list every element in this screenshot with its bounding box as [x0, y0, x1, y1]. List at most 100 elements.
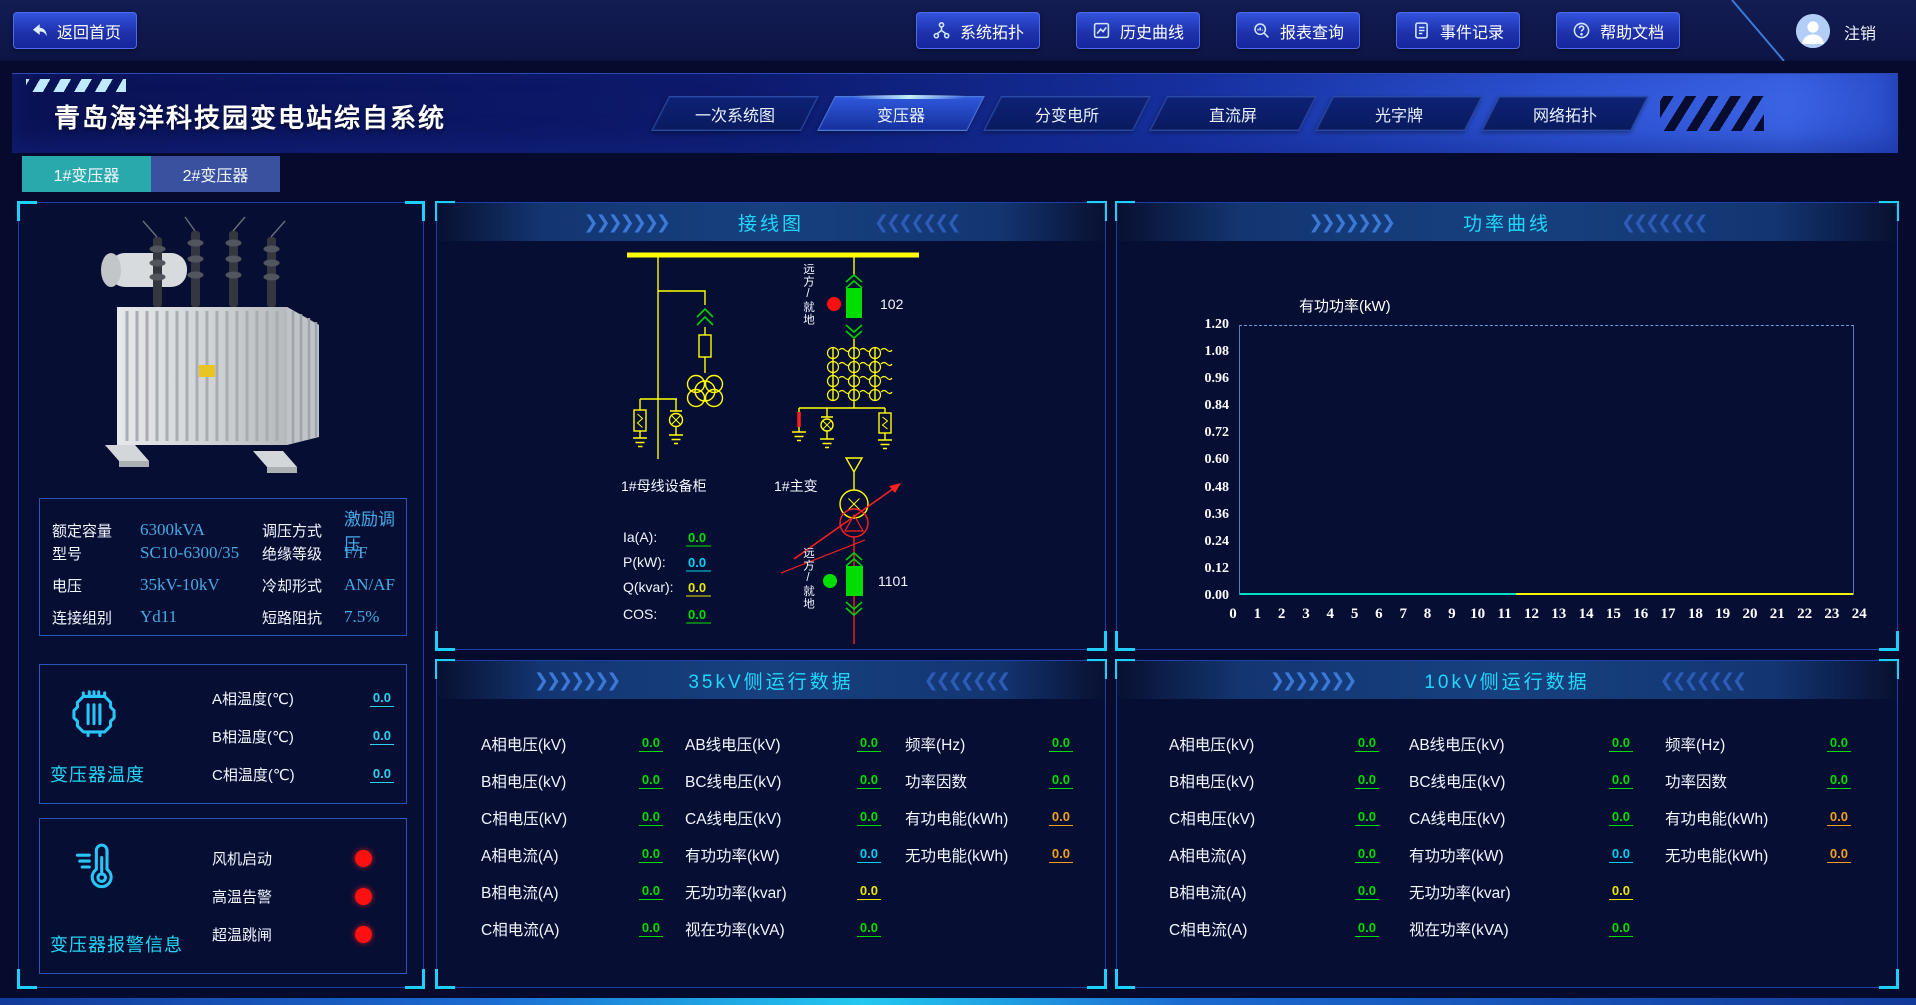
data-value[interactable]: 0.0 [639, 772, 663, 789]
measurement-value[interactable]: 0.0 [688, 555, 706, 570]
spec-value: Yd11 [140, 607, 262, 627]
x-tick-label: 13 [1551, 606, 1566, 623]
data-value[interactable]: 0.0 [1827, 846, 1851, 863]
data-value[interactable]: 0.0 [1049, 846, 1073, 863]
data-value[interactable]: 0.0 [1827, 772, 1851, 789]
data-value[interactable]: 0.0 [1355, 772, 1379, 789]
data-value[interactable]: 0.0 [857, 809, 881, 826]
banner-tab-label: 一次系统图 [661, 97, 809, 130]
data-label: CA线电压(kV) [1409, 807, 1609, 829]
banner-tab[interactable]: 变压器 [817, 96, 985, 131]
data-value[interactable]: 0.0 [1609, 920, 1633, 937]
data-value[interactable]: 0.0 [857, 883, 881, 900]
data-row: 功率因数 0.0 [905, 762, 1073, 799]
alarm-row: 超温跳闸 [212, 915, 394, 953]
user-avatar[interactable] [1796, 14, 1830, 48]
measurement-value[interactable]: 0.0 [688, 607, 706, 622]
temperature-row: C相温度(℃) 0.0 [212, 755, 394, 793]
temperature-value[interactable]: 0.0 [370, 728, 394, 745]
data-value[interactable]: 0.0 [1609, 772, 1633, 789]
data-panel-35kv-title: 35kV侧运行数据 [688, 667, 853, 694]
chevrons-left-icon: ❮❮❮❮❮❮❮ [1621, 212, 1706, 233]
transformer-subtab[interactable]: 2#变压器 [151, 156, 280, 192]
transformer-subtabs: 1#变压器 2#变压器 [22, 156, 280, 192]
data-column: AB线电压(kV) 0.0 BC线电压(kV) 0.0 CA线电压(kV) 0.… [685, 725, 881, 947]
temperature-value[interactable]: 0.0 [370, 766, 394, 783]
data-label: A相电压(kV) [1169, 733, 1355, 755]
banner-tab[interactable]: 分变电所 [983, 96, 1151, 131]
spec-value: 7.5% [344, 607, 406, 627]
data-value[interactable]: 0.0 [1355, 920, 1379, 937]
x-tick-label: 11 [1497, 606, 1511, 623]
back-arrow-icon [29, 21, 48, 40]
chevrons-right-icon: ❯❯❯❯❯❯❯ [1270, 670, 1355, 691]
banner-tab[interactable]: 一次系统图 [651, 96, 819, 131]
breaker-102[interactable] [846, 288, 862, 318]
system-topology-button[interactable]: 系统拓扑 [916, 12, 1040, 49]
corner-decoration [405, 201, 425, 221]
x-tick-label: 15 [1606, 606, 1621, 623]
x-tick-label: 8 [1422, 606, 1434, 623]
help-docs-button[interactable]: 帮助文档 [1556, 12, 1680, 49]
logout-button[interactable]: 注销 [1844, 20, 1876, 44]
report-query-button[interactable]: 报表查询 [1236, 12, 1360, 49]
history-curve-button[interactable]: 历史曲线 [1076, 12, 1200, 49]
x-tick-label: 24 [1852, 606, 1867, 623]
x-tick-label: 17 [1661, 606, 1676, 623]
measurement-value[interactable]: 0.0 [688, 580, 706, 595]
data-value[interactable]: 0.0 [1049, 735, 1073, 752]
data-value[interactable]: 0.0 [1609, 735, 1633, 752]
data-value[interactable]: 0.0 [1827, 735, 1851, 752]
data-label: 有功电能(kWh) [905, 807, 1049, 829]
x-tick-label: 7 [1397, 606, 1409, 623]
x-tick-label: 21 [1770, 606, 1785, 623]
data-column: A相电压(kV) 0.0 B相电压(kV) 0.0 C相电压(kV) 0.0 A… [481, 725, 663, 947]
data-value[interactable]: 0.0 [1049, 772, 1073, 789]
data-value[interactable]: 0.0 [857, 846, 881, 863]
data-value[interactable]: 0.0 [1049, 809, 1073, 826]
data-row: 频率(Hz) 0.0 [905, 725, 1073, 762]
data-value[interactable]: 0.0 [639, 846, 663, 863]
data-value[interactable]: 0.0 [1609, 809, 1633, 826]
remote-local-label-1101: 远方/就地 [801, 547, 814, 625]
transformer-specs-table: 额定容量 6300kVA 调压方式 激励调压 型号 SC10-6300/35 绝… [39, 498, 407, 636]
wiring-diagram-panel: ❯❯❯❯❯❯❯ 接线图 ❮❮❮❮❮❮❮ [436, 202, 1106, 650]
data-row: C相电压(kV) 0.0 [1169, 799, 1379, 836]
data-row: 无功电能(kWh) 0.0 [905, 836, 1073, 873]
measurement-value[interactable]: 0.0 [688, 530, 706, 545]
spec-label: 调压方式 [262, 520, 344, 541]
y-tick-label: 0.72 [1205, 425, 1230, 441]
topology-icon [932, 21, 951, 40]
banner-tab[interactable]: 直流屏 [1149, 96, 1317, 131]
data-value[interactable]: 0.0 [857, 772, 881, 789]
data-value[interactable]: 0.0 [1609, 883, 1633, 900]
data-value[interactable]: 0.0 [857, 920, 881, 937]
corner-decoration [1879, 631, 1899, 651]
transformer-alarm-box: 变压器报警信息 风机启动 高温告警 超温跳闸 [39, 818, 407, 974]
data-value[interactable]: 0.0 [639, 809, 663, 826]
corner-decoration [17, 969, 37, 989]
data-value[interactable]: 0.0 [639, 920, 663, 937]
data-value[interactable]: 0.0 [1609, 846, 1633, 863]
back-home-button[interactable]: 返回首页 [13, 12, 137, 49]
data-value[interactable]: 0.0 [639, 735, 663, 752]
corner-decoration [1879, 969, 1899, 989]
data-label: C相电流(A) [1169, 918, 1355, 940]
breaker-1101[interactable] [846, 566, 863, 596]
banner-tab[interactable]: 光字牌 [1315, 96, 1483, 131]
data-value[interactable]: 0.0 [857, 735, 881, 752]
temperature-value[interactable]: 0.0 [370, 690, 394, 707]
data-value[interactable]: 0.0 [1355, 809, 1379, 826]
x-tick-label: 20 [1742, 606, 1757, 623]
chevrons-right-icon: ❯❯❯❯❯❯❯ [583, 212, 668, 233]
data-value[interactable]: 0.0 [1355, 846, 1379, 863]
data-value[interactable]: 0.0 [1355, 883, 1379, 900]
y-tick-label: 1.20 [1205, 317, 1230, 333]
data-label: BC线电压(kV) [1409, 770, 1609, 792]
banner-tab[interactable]: 网络拓扑 [1481, 96, 1649, 131]
event-log-button[interactable]: 事件记录 [1396, 12, 1520, 49]
data-value[interactable]: 0.0 [1827, 809, 1851, 826]
transformer-subtab[interactable]: 1#变压器 [22, 156, 151, 192]
data-value[interactable]: 0.0 [639, 883, 663, 900]
data-value[interactable]: 0.0 [1355, 735, 1379, 752]
